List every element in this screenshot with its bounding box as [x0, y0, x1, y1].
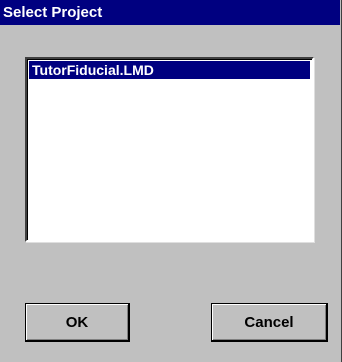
ok-button[interactable]: OK [25, 303, 130, 342]
cancel-button[interactable]: Cancel [211, 303, 328, 342]
select-project-dialog: Select Project TutorFiducial.LMD OK Canc… [0, 0, 342, 362]
project-listbox[interactable]: TutorFiducial.LMD [25, 57, 314, 242]
project-item-label: TutorFiducial.LMD [32, 62, 154, 78]
project-list-item[interactable]: TutorFiducial.LMD [29, 61, 310, 79]
dialog-title-bar[interactable]: Select Project [0, 0, 340, 25]
dialog-title: Select Project [3, 4, 103, 21]
